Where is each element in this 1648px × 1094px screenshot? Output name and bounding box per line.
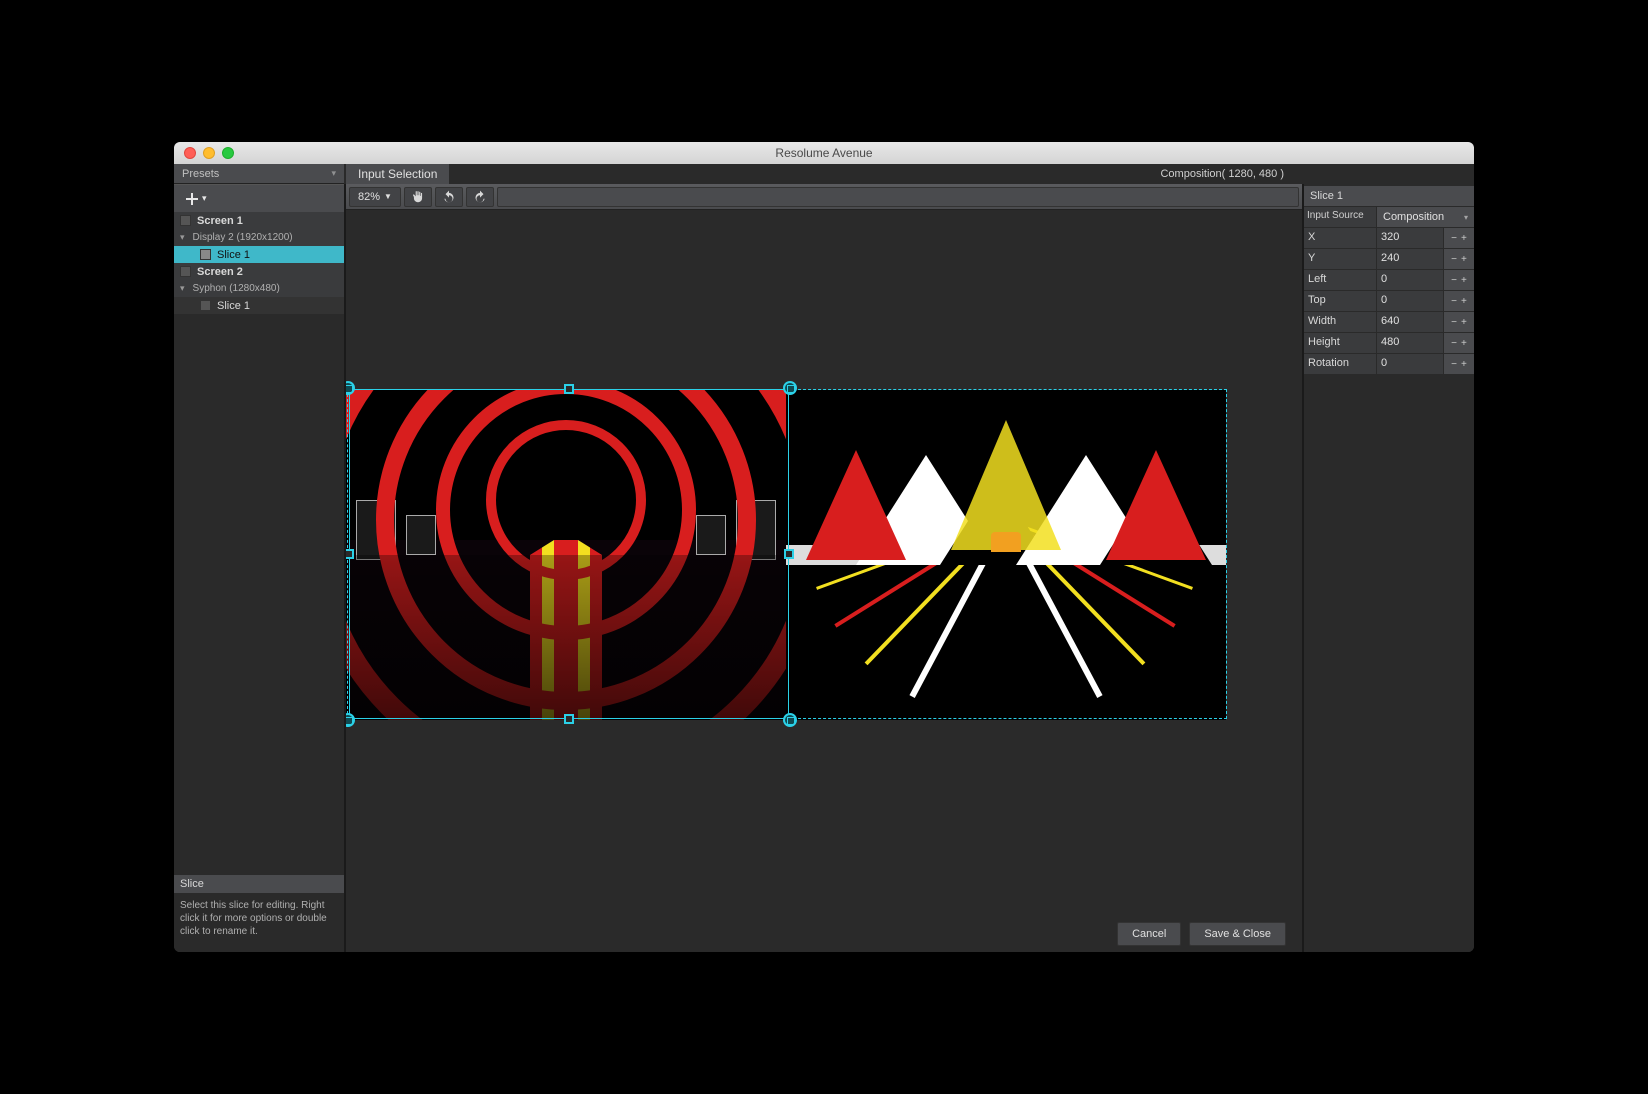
chevron-down-icon: ▾ [202, 193, 207, 204]
checkbox-icon[interactable] [180, 215, 191, 226]
disclosure-triangle-icon[interactable]: ▾ [180, 232, 185, 243]
checkbox-icon[interactable] [180, 266, 191, 277]
plus-icon[interactable]: + [1461, 338, 1467, 349]
chevron-down-icon: ▼ [384, 192, 392, 201]
tree-display-2[interactable]: ▾ Display 2 (1920x1200) [174, 229, 344, 246]
stepper[interactable]: −+ [1444, 354, 1474, 374]
add-button[interactable]: ▾ [174, 184, 344, 212]
tree-label: Display 2 (1920x1200) [193, 232, 293, 243]
minus-icon[interactable]: − [1451, 359, 1457, 370]
tree-screen-1[interactable]: Screen 1 [174, 212, 344, 229]
checkbox-icon[interactable] [200, 300, 211, 311]
presets-header-label: Presets [182, 168, 219, 180]
prop-label: Rotation [1304, 354, 1376, 374]
sidebar: ▾ Screen 1 ▾ Display 2 (1920x1200) Slice… [174, 184, 344, 952]
prop-row-left: Left0−+ [1304, 270, 1474, 290]
preview-left [346, 390, 786, 720]
prop-value[interactable]: 240 [1377, 249, 1443, 269]
zoom-value: 82% [358, 191, 380, 203]
prop-value[interactable]: 0 [1377, 270, 1443, 290]
prop-value[interactable]: 0 [1377, 354, 1443, 374]
tree-label: Screen 1 [197, 215, 243, 227]
prop-row-rotation: Rotation0−+ [1304, 354, 1474, 374]
save-close-button[interactable]: Save & Close [1189, 922, 1286, 946]
chevron-down-icon: ▾ [1464, 213, 1468, 222]
stepper[interactable]: −+ [1444, 249, 1474, 269]
tab-input-selection[interactable]: Input Selection [346, 164, 449, 184]
plus-icon[interactable]: + [1461, 296, 1467, 307]
screen-tree: Screen 1 ▾ Display 2 (1920x1200) Slice 1… [174, 212, 344, 875]
properties-title: Slice 1 [1304, 186, 1474, 206]
tree-screen-2[interactable]: Screen 2 [174, 263, 344, 280]
minus-icon[interactable]: − [1451, 296, 1457, 307]
prop-label: Height [1304, 333, 1376, 353]
plus-icon[interactable]: + [1461, 317, 1467, 328]
prop-value[interactable]: 320 [1377, 228, 1443, 248]
tree-label: Slice 1 [217, 249, 250, 261]
presets-header[interactable]: Presets ▾ [174, 164, 344, 184]
redo-button[interactable] [466, 187, 494, 207]
prop-row-width: Width640−+ [1304, 312, 1474, 332]
stepper[interactable]: −+ [1444, 333, 1474, 353]
editor: 82% ▼ [344, 184, 1304, 952]
tree-syphon[interactable]: ▾ Syphon (1280x480) [174, 280, 344, 297]
undo-button[interactable] [435, 187, 463, 207]
prop-value[interactable]: 0 [1377, 291, 1443, 311]
prop-row-top: Top0−+ [1304, 291, 1474, 311]
minus-icon[interactable]: − [1451, 254, 1457, 265]
tree-label: Syphon (1280x480) [193, 283, 280, 294]
tree-label: Slice 1 [217, 300, 250, 312]
tree-slice-1a[interactable]: Slice 1 [174, 246, 344, 263]
chevron-down-icon: ▾ [331, 168, 336, 179]
canvas[interactable] [346, 210, 1302, 916]
titlebar[interactable]: Resolume Avenue [174, 142, 1474, 164]
composition-size-label: Composition( 1280, 480 ) [1160, 168, 1284, 180]
cancel-button[interactable]: Cancel [1117, 922, 1181, 946]
prop-row-height: Height480−+ [1304, 333, 1474, 353]
properties-panel: Slice 1 Input Source Composition ▾ X320−… [1304, 184, 1474, 952]
plus-icon[interactable]: + [1461, 233, 1467, 244]
prop-row-x: X320−+ [1304, 228, 1474, 248]
disclosure-triangle-icon[interactable]: ▾ [180, 283, 185, 294]
input-source-value: Composition [1383, 211, 1444, 223]
app-window: Resolume Avenue Presets ▾ Input Selectio… [174, 142, 1474, 952]
prop-label: Y [1304, 249, 1376, 269]
input-source-label: Input Source [1304, 207, 1376, 227]
prop-label: Width [1304, 312, 1376, 332]
pan-tool-button[interactable] [404, 187, 432, 207]
prop-label: Top [1304, 291, 1376, 311]
stepper[interactable]: −+ [1444, 270, 1474, 290]
minus-icon[interactable]: − [1451, 233, 1457, 244]
help-text: Select this slice for editing. Right cli… [174, 893, 344, 952]
prop-value[interactable]: 640 [1377, 312, 1443, 332]
minus-icon[interactable]: − [1451, 275, 1457, 286]
plus-icon[interactable]: + [1461, 359, 1467, 370]
stepper[interactable]: −+ [1444, 228, 1474, 248]
checkbox-icon[interactable] [200, 249, 211, 260]
window-title: Resolume Avenue [174, 146, 1474, 160]
toolbar-spacer [497, 187, 1299, 207]
input-source-dropdown[interactable]: Composition ▾ [1377, 207, 1474, 227]
tree-slice-1b[interactable]: Slice 1 [174, 297, 344, 314]
plus-icon[interactable]: + [1461, 275, 1467, 286]
help-panel: Slice Select this slice for editing. Rig… [174, 875, 344, 952]
composition-preview [346, 390, 1226, 720]
prop-label: X [1304, 228, 1376, 248]
prop-row-y: Y240−+ [1304, 249, 1474, 269]
help-title: Slice [174, 875, 344, 893]
toolbar: 82% ▼ [346, 184, 1302, 210]
stepper[interactable]: −+ [1444, 291, 1474, 311]
input-source-row: Input Source Composition ▾ [1304, 207, 1474, 227]
minus-icon[interactable]: − [1451, 338, 1457, 349]
prop-label: Left [1304, 270, 1376, 290]
prop-value[interactable]: 480 [1377, 333, 1443, 353]
minus-icon[interactable]: − [1451, 317, 1457, 328]
stepper[interactable]: −+ [1444, 312, 1474, 332]
preview-right [786, 390, 1226, 720]
tree-label: Screen 2 [197, 266, 243, 278]
plus-icon[interactable]: + [1461, 254, 1467, 265]
zoom-dropdown[interactable]: 82% ▼ [349, 187, 401, 207]
footer: Cancel Save & Close [346, 916, 1302, 952]
